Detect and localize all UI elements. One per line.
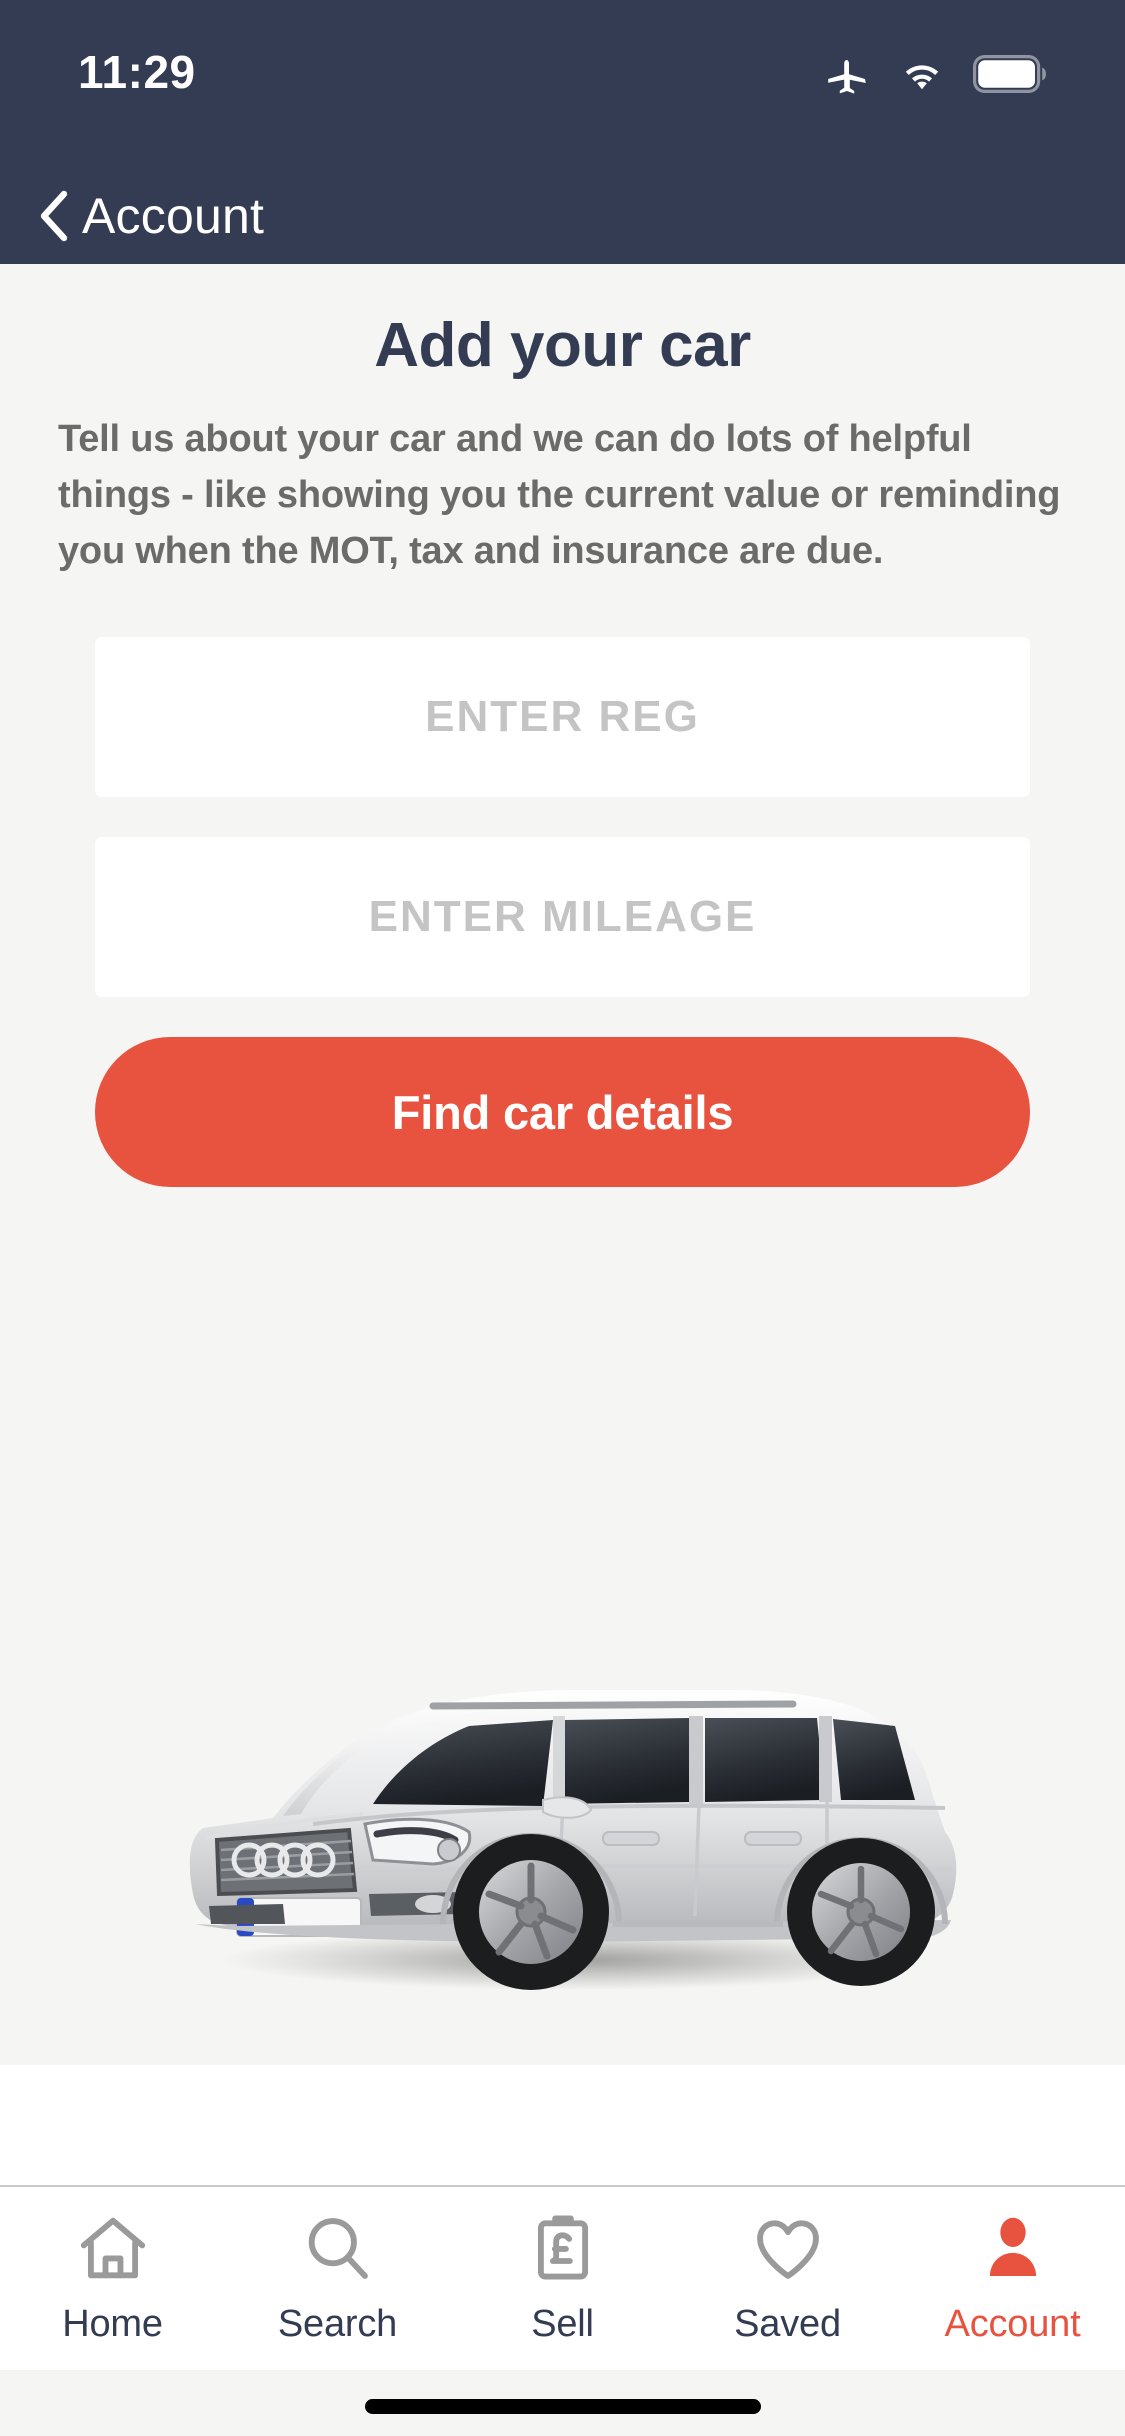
tab-search[interactable]: Search: [225, 2205, 450, 2346]
tab-label-home: Home: [62, 2303, 163, 2345]
find-car-details-button[interactable]: Find car details: [95, 1037, 1030, 1187]
app-screen: 11:29 Account Add your car Tell us about…: [0, 0, 1125, 2436]
battery-icon: [973, 55, 1047, 93]
tab-label-saved: Saved: [734, 2303, 841, 2345]
reg-input[interactable]: [95, 637, 1030, 797]
magnifier-icon: [299, 2205, 377, 2291]
content-bottom-strip: [0, 2065, 1125, 2185]
house-icon: [74, 2205, 152, 2291]
add-car-form: Find car details: [95, 637, 1030, 1187]
wifi-icon: [897, 50, 947, 98]
tab-home[interactable]: Home: [0, 2205, 225, 2346]
page-title: Add your car: [374, 311, 751, 380]
tab-label-sell: Sell: [531, 2303, 594, 2345]
nav-title: Account: [82, 188, 265, 244]
car-illustration: [0, 1314, 1125, 2014]
tab-sell[interactable]: Sell: [450, 2205, 675, 2346]
tab-bar: Home Search Sell Saved Account: [0, 2185, 1125, 2370]
chevron-left-icon: [32, 186, 78, 246]
tab-label-search: Search: [277, 2303, 398, 2345]
heart-icon: [749, 2205, 827, 2291]
content-area: Add your car Tell us about your car and …: [0, 264, 1125, 2065]
person-icon: [974, 2205, 1052, 2291]
tab-account[interactable]: Account: [900, 2205, 1125, 2346]
tab-label-account: Account: [944, 2303, 1081, 2345]
white-estate-car-image: [189, 1690, 956, 1990]
tab-saved[interactable]: Saved: [675, 2205, 900, 2346]
mileage-input[interactable]: [95, 837, 1030, 997]
status-icons: [823, 46, 1047, 98]
home-indicator[interactable]: [364, 2399, 761, 2414]
clipboard-pound-icon: [524, 2205, 602, 2291]
airplane-icon: [823, 50, 871, 98]
page-description: Tell us about your car and we can do lot…: [58, 418, 1061, 572]
status-bar: 11:29: [0, 0, 1125, 168]
nav-bar: Account: [0, 168, 1125, 264]
back-button[interactable]: Account: [32, 186, 264, 246]
status-time: 11:29: [78, 46, 196, 98]
